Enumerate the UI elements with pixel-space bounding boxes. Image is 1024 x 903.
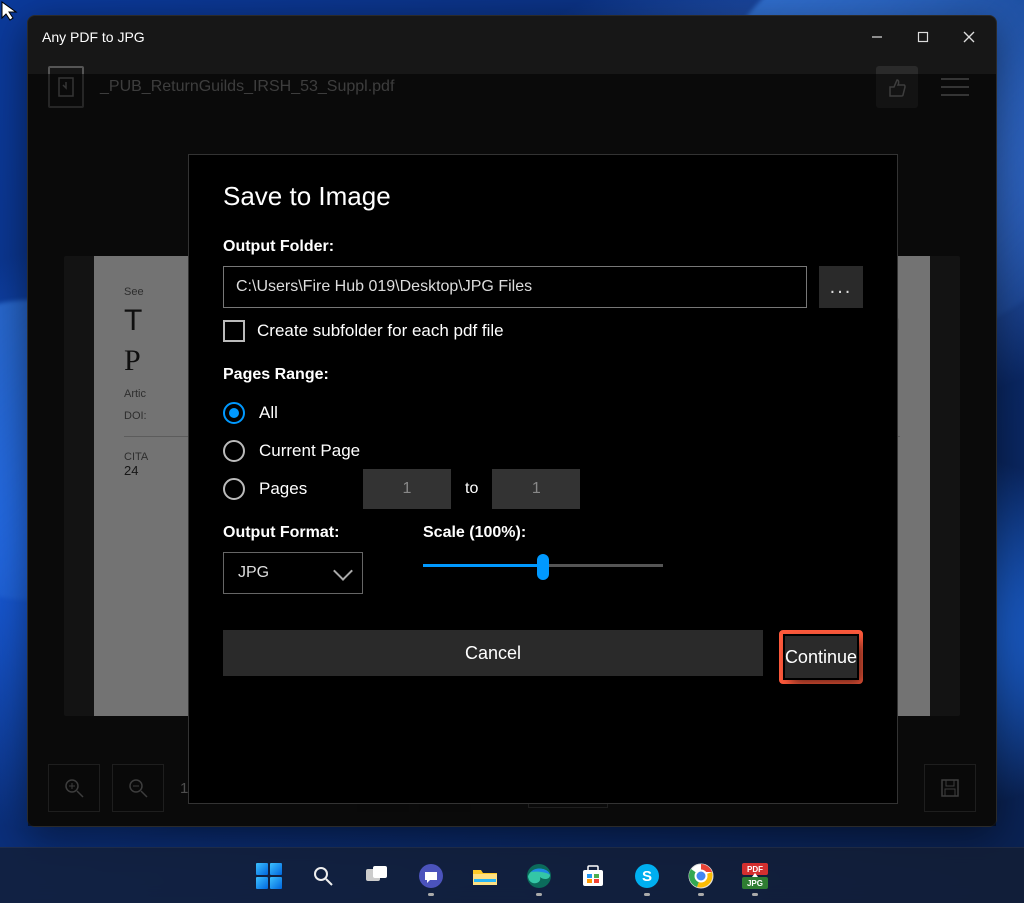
titlebar: Any PDF to JPG (28, 16, 996, 58)
radio-pages-label: Pages (259, 479, 349, 499)
scale-label: Scale (100%): (423, 524, 663, 542)
radio-all-label: All (259, 403, 278, 423)
radio-current-page[interactable] (223, 440, 245, 462)
radio-current-label: Current Page (259, 441, 360, 461)
pdf-to-jpg-app-icon[interactable]: PDF JPG (734, 855, 776, 897)
output-format-select[interactable]: JPG (223, 552, 363, 594)
chrome-icon[interactable] (680, 855, 722, 897)
mouse-cursor (0, 0, 22, 22)
file-explorer-icon[interactable] (464, 855, 506, 897)
microsoft-store-icon[interactable] (572, 855, 614, 897)
svg-text:JPG: JPG (747, 879, 763, 888)
svg-text:S: S (642, 868, 652, 885)
save-to-image-dialog: Save to Image Output Folder: C:\Users\Fi… (188, 154, 898, 804)
chat-app-icon[interactable] (410, 855, 452, 897)
window-title: Any PDF to JPG (42, 29, 854, 45)
chevron-down-icon (333, 561, 353, 581)
create-subfolder-checkbox[interactable] (223, 320, 245, 342)
output-format-label: Output Format: (223, 524, 363, 542)
output-folder-input[interactable]: C:\Users\Fire Hub 019\Desktop\JPG Files (223, 266, 807, 308)
search-button[interactable] (302, 855, 344, 897)
minimize-button[interactable] (854, 16, 900, 58)
cancel-button[interactable]: Cancel (223, 630, 763, 676)
radio-pages[interactable] (223, 478, 245, 500)
pages-range-label: Pages Range: (223, 366, 863, 384)
pages-from-input[interactable]: 1 (363, 469, 451, 509)
radio-all[interactable] (223, 402, 245, 424)
dialog-title: Save to Image (223, 181, 863, 212)
svg-text:PDF: PDF (747, 865, 763, 874)
output-folder-label: Output Folder: (223, 238, 863, 256)
continue-button-highlight: Continue (779, 630, 863, 684)
pages-to-label: to (465, 480, 478, 498)
task-view-button[interactable] (356, 855, 398, 897)
skype-icon[interactable]: S (626, 855, 668, 897)
close-button[interactable] (946, 16, 992, 58)
start-button[interactable] (248, 855, 290, 897)
maximize-button[interactable] (900, 16, 946, 58)
browse-folder-button[interactable]: ... (819, 266, 863, 308)
scale-slider[interactable] (423, 564, 663, 567)
taskbar: S PDF JPG (0, 847, 1024, 903)
slider-thumb[interactable] (537, 554, 549, 580)
pages-to-input[interactable]: 1 (492, 469, 580, 509)
create-subfolder-label: Create subfolder for each pdf file (257, 321, 504, 341)
app-window: Any PDF to JPG _PUB_ReturnGuilds_IRSH_53… (27, 15, 997, 827)
continue-button[interactable]: Continue (785, 636, 857, 678)
edge-browser-icon[interactable] (518, 855, 560, 897)
